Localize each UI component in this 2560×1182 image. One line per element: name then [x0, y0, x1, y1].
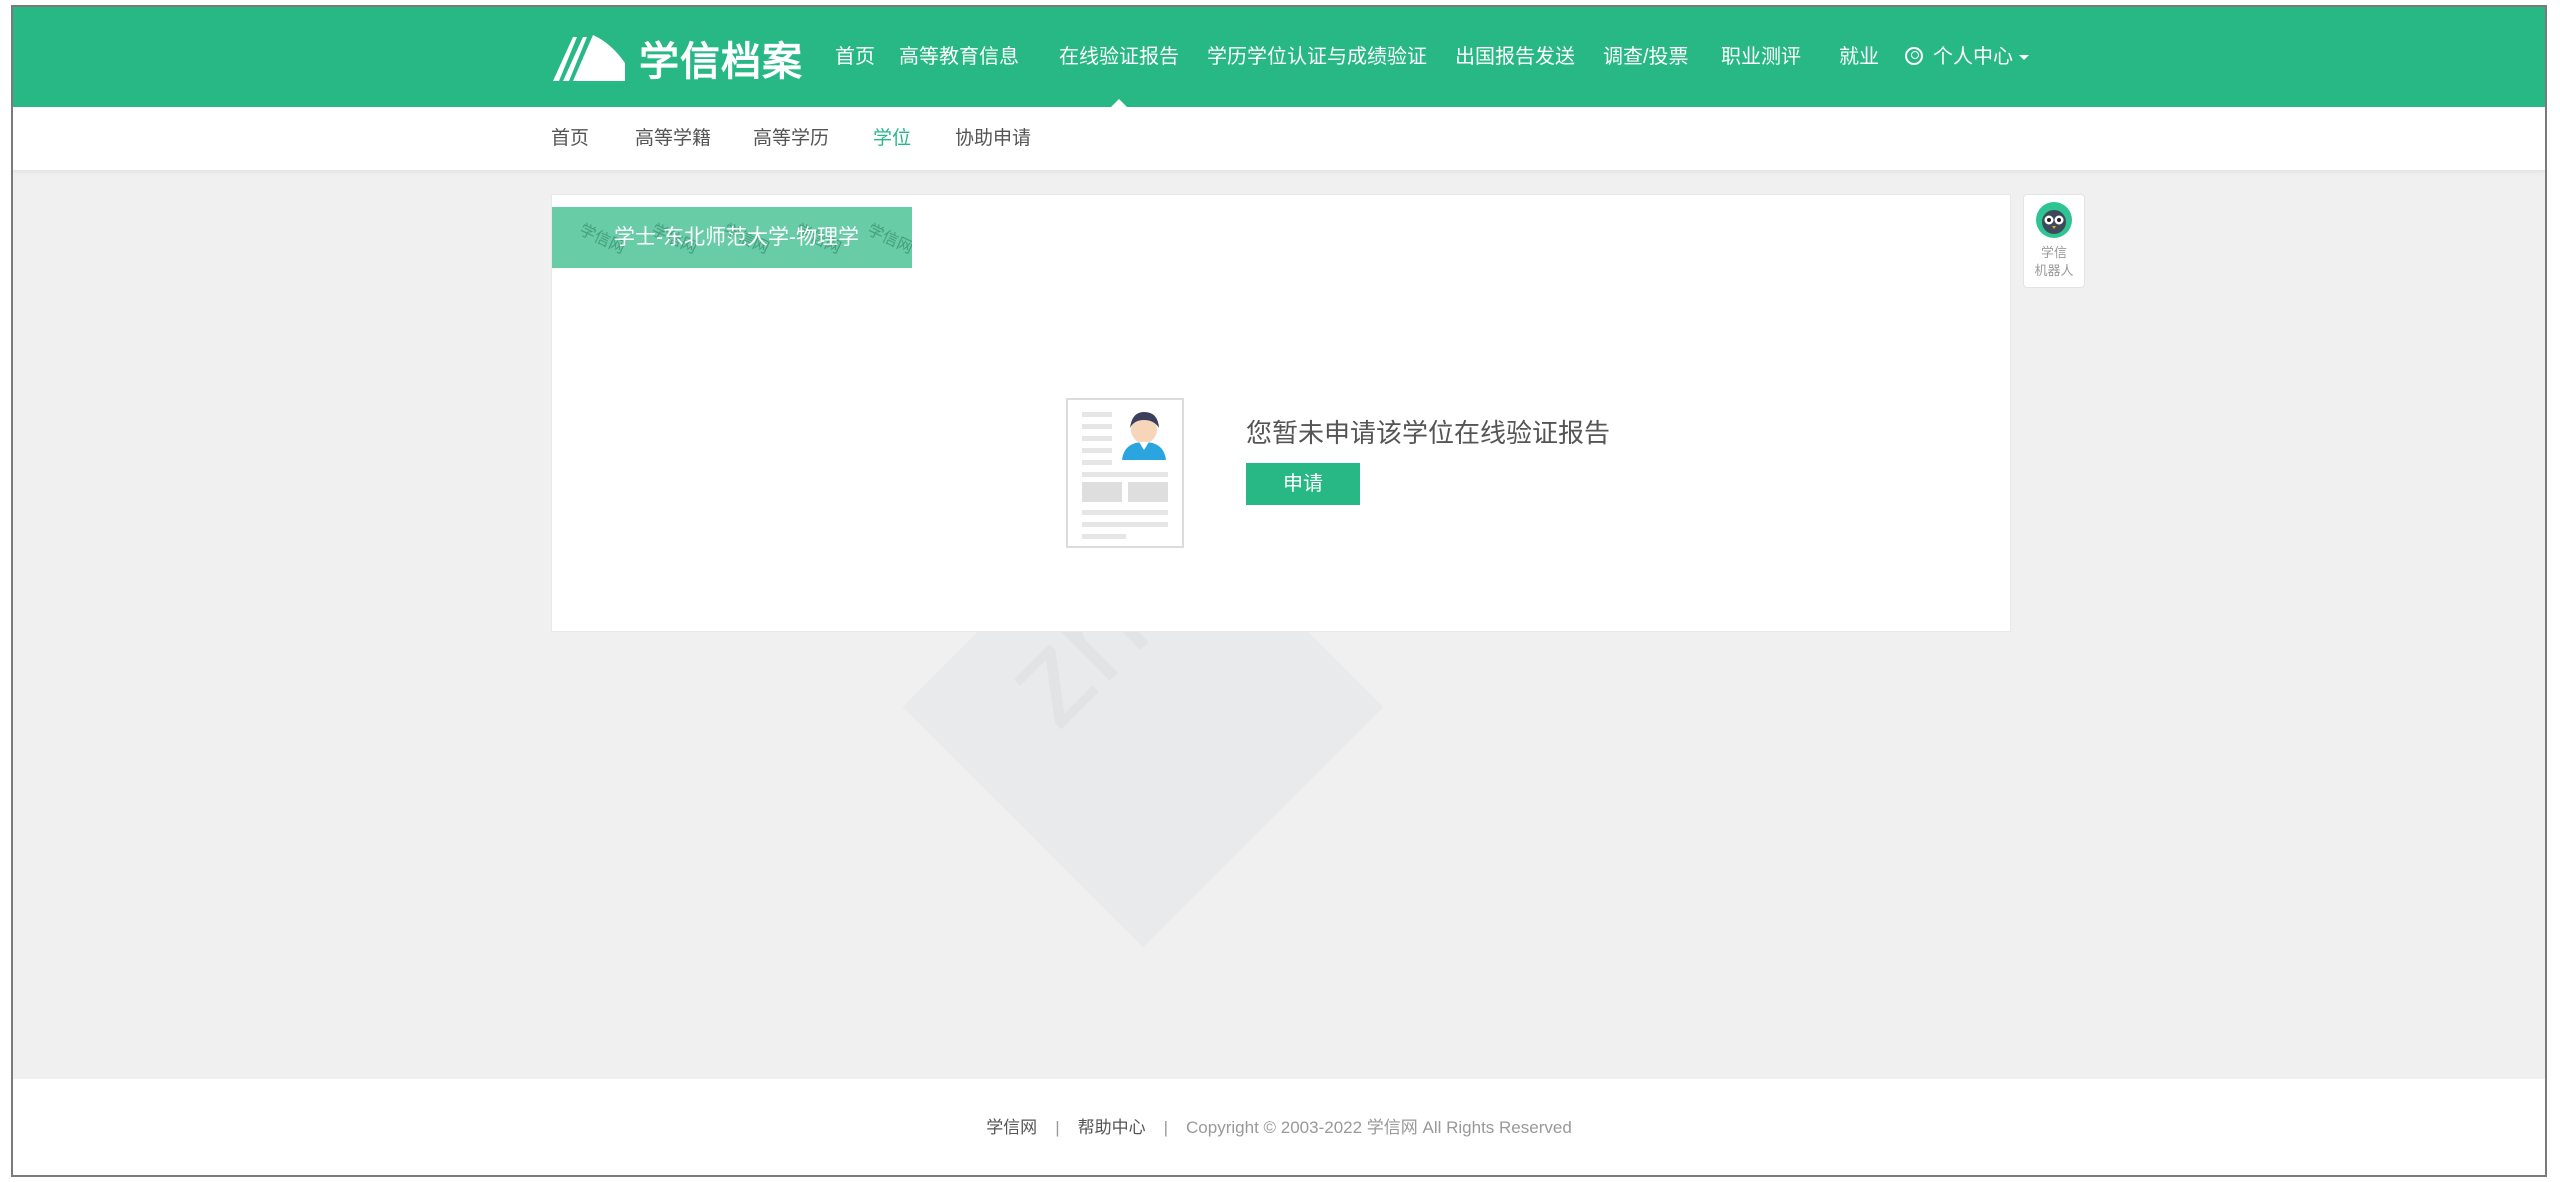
owl-robot-icon — [2036, 202, 2072, 238]
user-center-menu[interactable]: 个人中心 — [1905, 7, 2029, 107]
degree-tag-label: 学士-东北师范大学-物理学 — [614, 226, 859, 249]
nav-abroad-report[interactable]: 出国报告发送 — [1455, 7, 1575, 107]
nav-degree-certification[interactable]: 学历学位认证与成绩验证 — [1207, 7, 1427, 107]
subnav-enrollment[interactable]: 高等学籍 — [635, 107, 711, 171]
book-logo-icon — [553, 35, 625, 81]
brand-name: 学信档案 — [639, 39, 803, 85]
nav-career-assessment[interactable]: 职业测评 — [1721, 7, 1801, 107]
robot-label-line1: 学信 — [2040, 245, 2067, 260]
degree-card: 学信网 学信网 学信网 学信网 学信网 学士-东北师范大学-物理学 您暂未申请该… — [551, 194, 2011, 632]
footer-separator: | — [1055, 1118, 1060, 1137]
copyright-prefix: Copyright © 2003-2022 — [1186, 1118, 1367, 1137]
tag-watermark: 学信网 — [864, 221, 912, 258]
user-center-label: 个人中心 — [1933, 46, 2013, 68]
nav-home[interactable]: 首页 — [835, 7, 875, 107]
subnav-home[interactable]: 首页 — [551, 107, 589, 171]
copyright-brand: 学信网 — [1366, 1118, 1418, 1137]
browser-frame: zhaozhao 学信档案 首页 高等教育信息 在线验证报告 学历学位认证与成绩… — [11, 5, 2547, 1177]
nav-employment[interactable]: 就业 — [1839, 7, 1879, 107]
caret-down-icon — [2019, 55, 2029, 61]
footer-separator: | — [1163, 1118, 1169, 1137]
degree-tag: 学信网 学信网 学信网 学信网 学信网 学士-东北师范大学-物理学 — [552, 207, 912, 268]
nav-higher-education[interactable]: 高等教育信息 — [899, 7, 1019, 107]
brand-logo[interactable]: 学信档案 — [551, 33, 803, 85]
apply-button[interactable]: 申请 — [1246, 463, 1360, 505]
robot-label-line2: 机器人 — [2034, 263, 2074, 278]
subnav-assist-apply[interactable]: 协助申请 — [955, 107, 1031, 171]
copyright-suffix: All Rights Reserved — [1417, 1118, 1572, 1137]
robot-assistant[interactable]: 学信 机器人 — [2023, 194, 2085, 288]
user-circle-icon — [1905, 46, 1923, 65]
empty-message: 您暂未申请该学位在线验证报告 — [1246, 418, 1611, 448]
sub-navigation: 首页 高等学籍 高等学历 学位 协助申请 — [13, 107, 2545, 171]
subnav-degree-record[interactable]: 高等学历 — [753, 107, 829, 171]
nav-online-verification[interactable]: 在线验证报告 — [1059, 7, 1179, 108]
document-person-icon — [1066, 398, 1184, 548]
footer: 学信网 | 帮助中心 | Copyright © 2003-2022 学信网 All R… — [13, 1079, 2545, 1175]
footer-link-help[interactable]: 帮助中心 — [1078, 1118, 1146, 1137]
top-header: 学信档案 首页 高等教育信息 在线验证报告 学历学位认证与成绩验证 出国报告发送… — [13, 7, 2545, 108]
nav-survey-vote[interactable]: 调查/投票 — [1603, 7, 1689, 107]
subnav-degree[interactable]: 学位 — [873, 107, 911, 171]
footer-link-chsi[interactable]: 学信网 — [986, 1118, 1037, 1137]
